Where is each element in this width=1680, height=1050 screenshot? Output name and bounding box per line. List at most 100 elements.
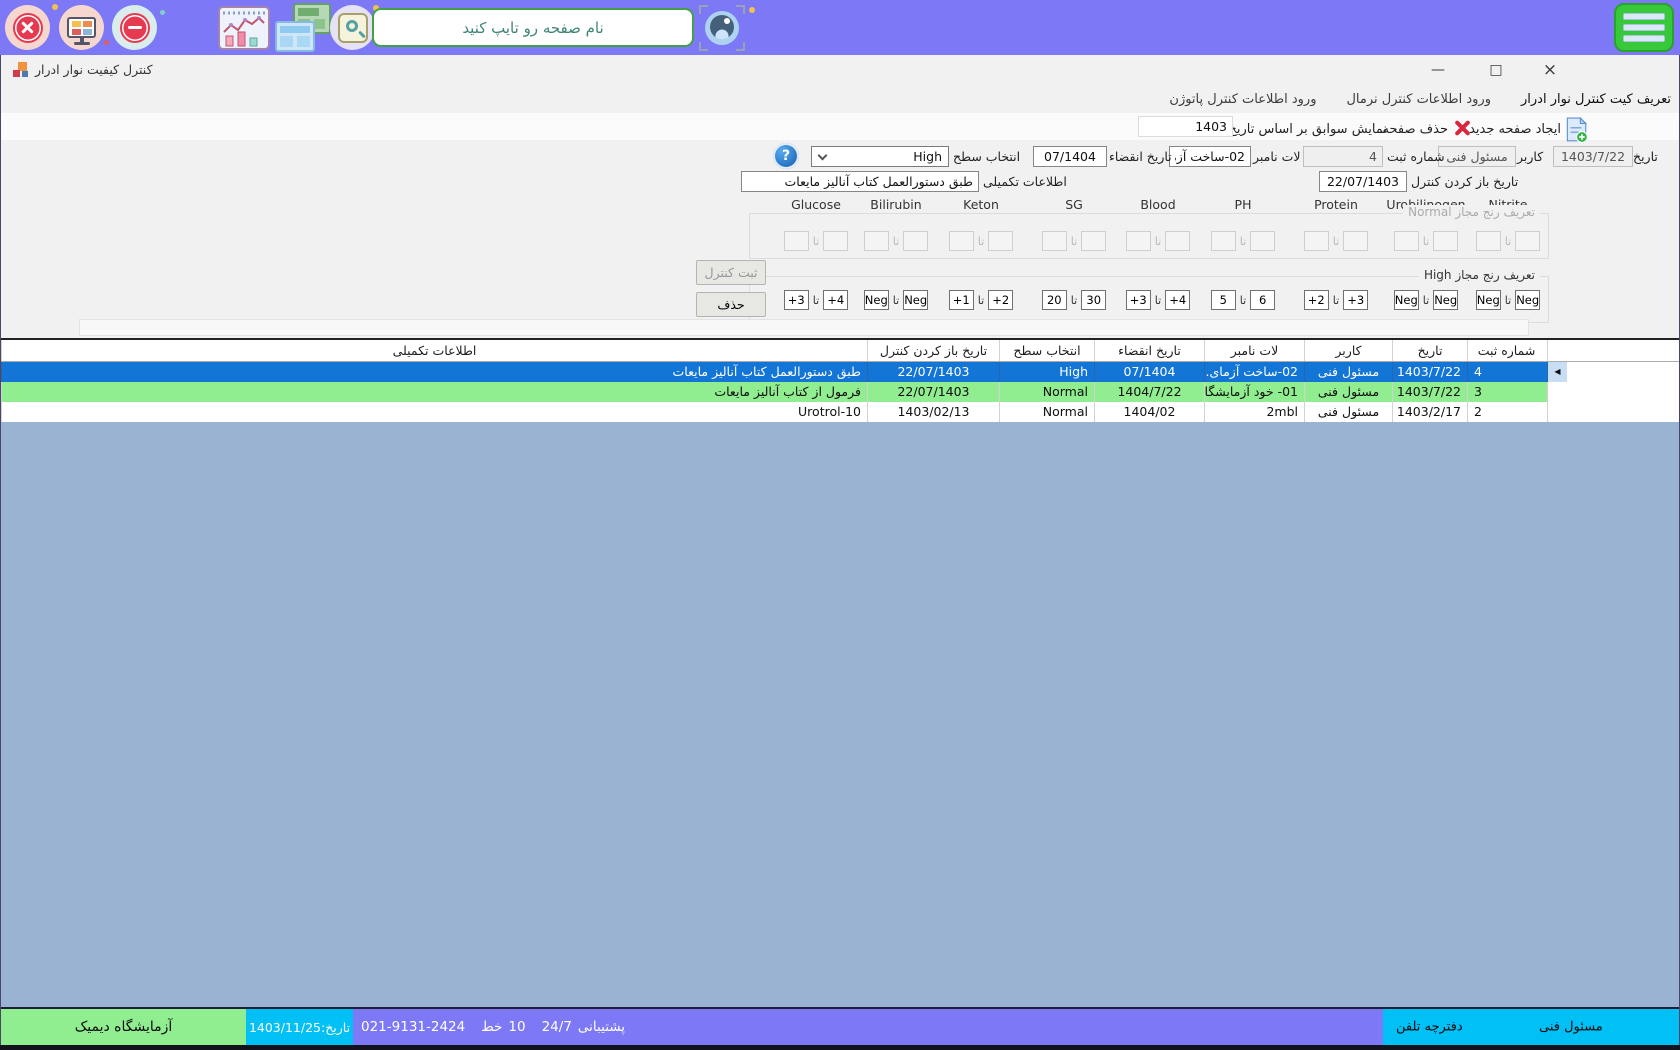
range-input[interactable]: [1476, 290, 1501, 310]
cell-user[interactable]: مسئول فنی: [1304, 402, 1392, 422]
range-input[interactable]: [1165, 290, 1190, 310]
range-input[interactable]: [1304, 231, 1329, 251]
range-input[interactable]: [1394, 231, 1419, 251]
tab-define-urine-strip-control-kit[interactable]: تعریف کیت کنترل نوار ادرار: [1521, 92, 1671, 107]
range-input[interactable]: [1476, 231, 1501, 251]
range-input[interactable]: [988, 290, 1013, 310]
header-level[interactable]: انتخاب سطح: [999, 340, 1094, 361]
range-input[interactable]: [1343, 290, 1368, 310]
maximize-button[interactable]: □: [1479, 58, 1513, 82]
range-input[interactable]: [1081, 290, 1106, 310]
control-open-date-field[interactable]: [1319, 171, 1407, 192]
cell-level[interactable]: Normal: [999, 402, 1094, 422]
tab-enter-normal-control-data[interactable]: ورود اطلاعات کنترل نرمال: [1346, 92, 1491, 107]
header-control-open-date[interactable]: تاریخ باز کردن کنترل: [867, 340, 999, 361]
cell-additional-info[interactable]: فرمول از کتاب آنالیز مایعات: [1, 382, 867, 402]
cell-lot-number[interactable]: 01- خود آزمایشگاه: [1204, 382, 1304, 402]
range-input[interactable]: [1042, 290, 1067, 310]
record-number-field[interactable]: [1303, 146, 1383, 167]
range-input[interactable]: [864, 290, 889, 310]
header-user[interactable]: کاربر: [1304, 340, 1392, 361]
phonebook-link[interactable]: دفترچه تلفن: [1396, 1020, 1463, 1035]
cell-level[interactable]: Normal: [999, 382, 1094, 402]
range-input[interactable]: [1394, 290, 1419, 310]
search-button[interactable]: [330, 5, 375, 50]
range-input[interactable]: [1126, 290, 1151, 310]
header-record-number[interactable]: شماره ثبت: [1467, 340, 1547, 361]
page-name-input[interactable]: [372, 8, 694, 47]
desktop-windows-button[interactable]: [59, 5, 104, 50]
range-input[interactable]: [1304, 290, 1329, 310]
cell-additional-info[interactable]: Urotrol-10: [1, 402, 867, 422]
cell-lot-number[interactable]: 2mbl: [1204, 402, 1304, 422]
range-input[interactable]: [903, 290, 928, 310]
cell-date[interactable]: 1403/7/22: [1392, 362, 1467, 382]
cell-date[interactable]: 1403/7/22: [1392, 382, 1467, 402]
header-date[interactable]: تاریخ: [1392, 340, 1467, 361]
range-input[interactable]: [949, 231, 974, 251]
level-combobox[interactable]: High: [811, 146, 949, 167]
table-row[interactable]: 2 1403/2/17 مسئول فنی 2mbl 1404/02 Norma…: [1, 402, 1679, 422]
cell-lot-number[interactable]: 02-ساخت آزمای...: [1204, 362, 1304, 382]
range-input[interactable]: [1211, 231, 1236, 251]
range-input[interactable]: [988, 231, 1013, 251]
range-input[interactable]: [1343, 231, 1368, 251]
cell-control-open-date[interactable]: 22/07/1403: [867, 362, 999, 382]
cell-control-open-date[interactable]: 1403/02/13: [867, 402, 999, 422]
hamburger-menu-button[interactable]: [1614, 3, 1674, 52]
cell-user[interactable]: مسئول فنی: [1304, 382, 1392, 402]
range-input[interactable]: [949, 290, 974, 310]
cell-expiry-date[interactable]: 1404/02: [1094, 402, 1204, 422]
range-input[interactable]: [1081, 231, 1106, 251]
range-input[interactable]: [823, 290, 848, 310]
header-lot-number[interactable]: لات نامبر: [1204, 340, 1304, 361]
date-field[interactable]: [1553, 146, 1633, 167]
close-button[interactable]: ×: [1533, 58, 1567, 82]
cell-date[interactable]: 1403/2/17: [1392, 402, 1467, 422]
cell-record-number[interactable]: 2: [1467, 402, 1547, 422]
user-field[interactable]: [1438, 146, 1516, 167]
range-input[interactable]: [1042, 231, 1067, 251]
range-input[interactable]: [864, 231, 889, 251]
cell-additional-info[interactable]: طبق دستورالعمل کتاب آنالیز مایعات: [1, 362, 867, 382]
cell-expiry-date[interactable]: 1404/7/22: [1094, 382, 1204, 402]
range-input[interactable]: [784, 231, 809, 251]
range-input[interactable]: [784, 290, 809, 310]
header-additional-info[interactable]: اطلاعات تکمیلی: [1, 340, 867, 361]
additional-info-field[interactable]: [741, 171, 979, 192]
range-input[interactable]: [1433, 231, 1458, 251]
minimize-button[interactable]: —: [1421, 58, 1455, 82]
submit-control-button[interactable]: ثبت کنترل: [696, 260, 766, 285]
new-page-label[interactable]: ایجاد صفحه جدید: [1469, 122, 1561, 137]
range-input[interactable]: [1250, 231, 1275, 251]
range-input[interactable]: [1211, 290, 1236, 310]
history-year-input[interactable]: [1138, 116, 1233, 137]
range-input[interactable]: [1250, 290, 1275, 310]
range-input[interactable]: [1515, 290, 1540, 310]
cell-control-open-date[interactable]: 22/07/1403: [867, 382, 999, 402]
cell-expiry-date[interactable]: 07/1404: [1094, 362, 1204, 382]
delete-page-x-icon[interactable]: [1449, 115, 1475, 141]
header-expiry-date[interactable]: تاریخ انقضاء: [1094, 340, 1204, 361]
range-input[interactable]: [903, 231, 928, 251]
close-all-button[interactable]: [5, 5, 50, 50]
range-input[interactable]: [1433, 290, 1458, 310]
window-tiles-button[interactable]: [274, 3, 332, 53]
help-button[interactable]: ?: [773, 143, 799, 169]
cell-user[interactable]: مسئول فنی: [1304, 362, 1392, 382]
range-input[interactable]: [1515, 231, 1540, 251]
minimize-all-button[interactable]: [112, 5, 157, 50]
new-page-button[interactable]: [1564, 117, 1588, 141]
view-page-button[interactable]: [699, 5, 745, 51]
cell-level[interactable]: High: [999, 362, 1094, 382]
expiry-date-field[interactable]: [1033, 146, 1107, 167]
delete-page-label[interactable]: حذف صفحه: [1393, 122, 1448, 137]
table-row[interactable]: ◀ 4 1403/7/22 مسئول فنی 02-ساخت آزمای...…: [1, 362, 1679, 382]
statistics-chart-button[interactable]: [218, 6, 270, 50]
range-input[interactable]: [1126, 231, 1151, 251]
cell-record-number[interactable]: 3: [1467, 382, 1547, 402]
tab-enter-pathogen-control-data[interactable]: ورود اطلاعات کنترل پاتوژن: [1169, 92, 1316, 107]
lot-number-field[interactable]: [1169, 146, 1251, 167]
range-input[interactable]: [823, 231, 848, 251]
cell-record-number[interactable]: 4: [1467, 362, 1547, 382]
